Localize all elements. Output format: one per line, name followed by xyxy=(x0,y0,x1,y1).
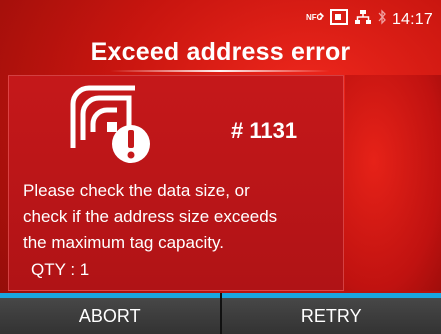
rfid-tag-icon xyxy=(329,9,348,30)
error-message-line: Please check the data size, or xyxy=(23,181,250,200)
retry-button[interactable]: RETRY xyxy=(219,293,441,334)
clock: 14:17 xyxy=(391,10,433,28)
error-screen: NFC 14:17 Exceed address error # 1131 Pl… xyxy=(0,0,441,334)
error-code: # 1131 xyxy=(231,118,298,143)
quantity-label: QTY : 1 xyxy=(31,260,90,279)
screen-title: Exceed address error xyxy=(90,38,351,66)
status-icons: NFC 14:17 xyxy=(306,9,433,30)
abort-button[interactable]: ABORT xyxy=(0,293,220,334)
svg-text:NFC: NFC xyxy=(306,13,323,22)
action-bar: ABORT RETRY xyxy=(0,293,441,334)
error-message-line: check if the address size exceeds xyxy=(23,207,278,226)
status-bar: NFC 14:17 xyxy=(0,0,441,36)
network-icon xyxy=(354,9,372,30)
error-message: Please check the data size, or check if … xyxy=(23,178,353,256)
rfid-tag-error-icon xyxy=(69,84,153,168)
side-panel xyxy=(345,75,441,291)
error-message-line: the maximum tag capacity. xyxy=(23,233,224,252)
title-divider xyxy=(110,70,330,72)
nfc-icon: NFC xyxy=(306,10,325,29)
error-panel: # 1131 Please check the data size, or ch… xyxy=(8,75,344,291)
bluetooth-icon xyxy=(378,9,386,30)
